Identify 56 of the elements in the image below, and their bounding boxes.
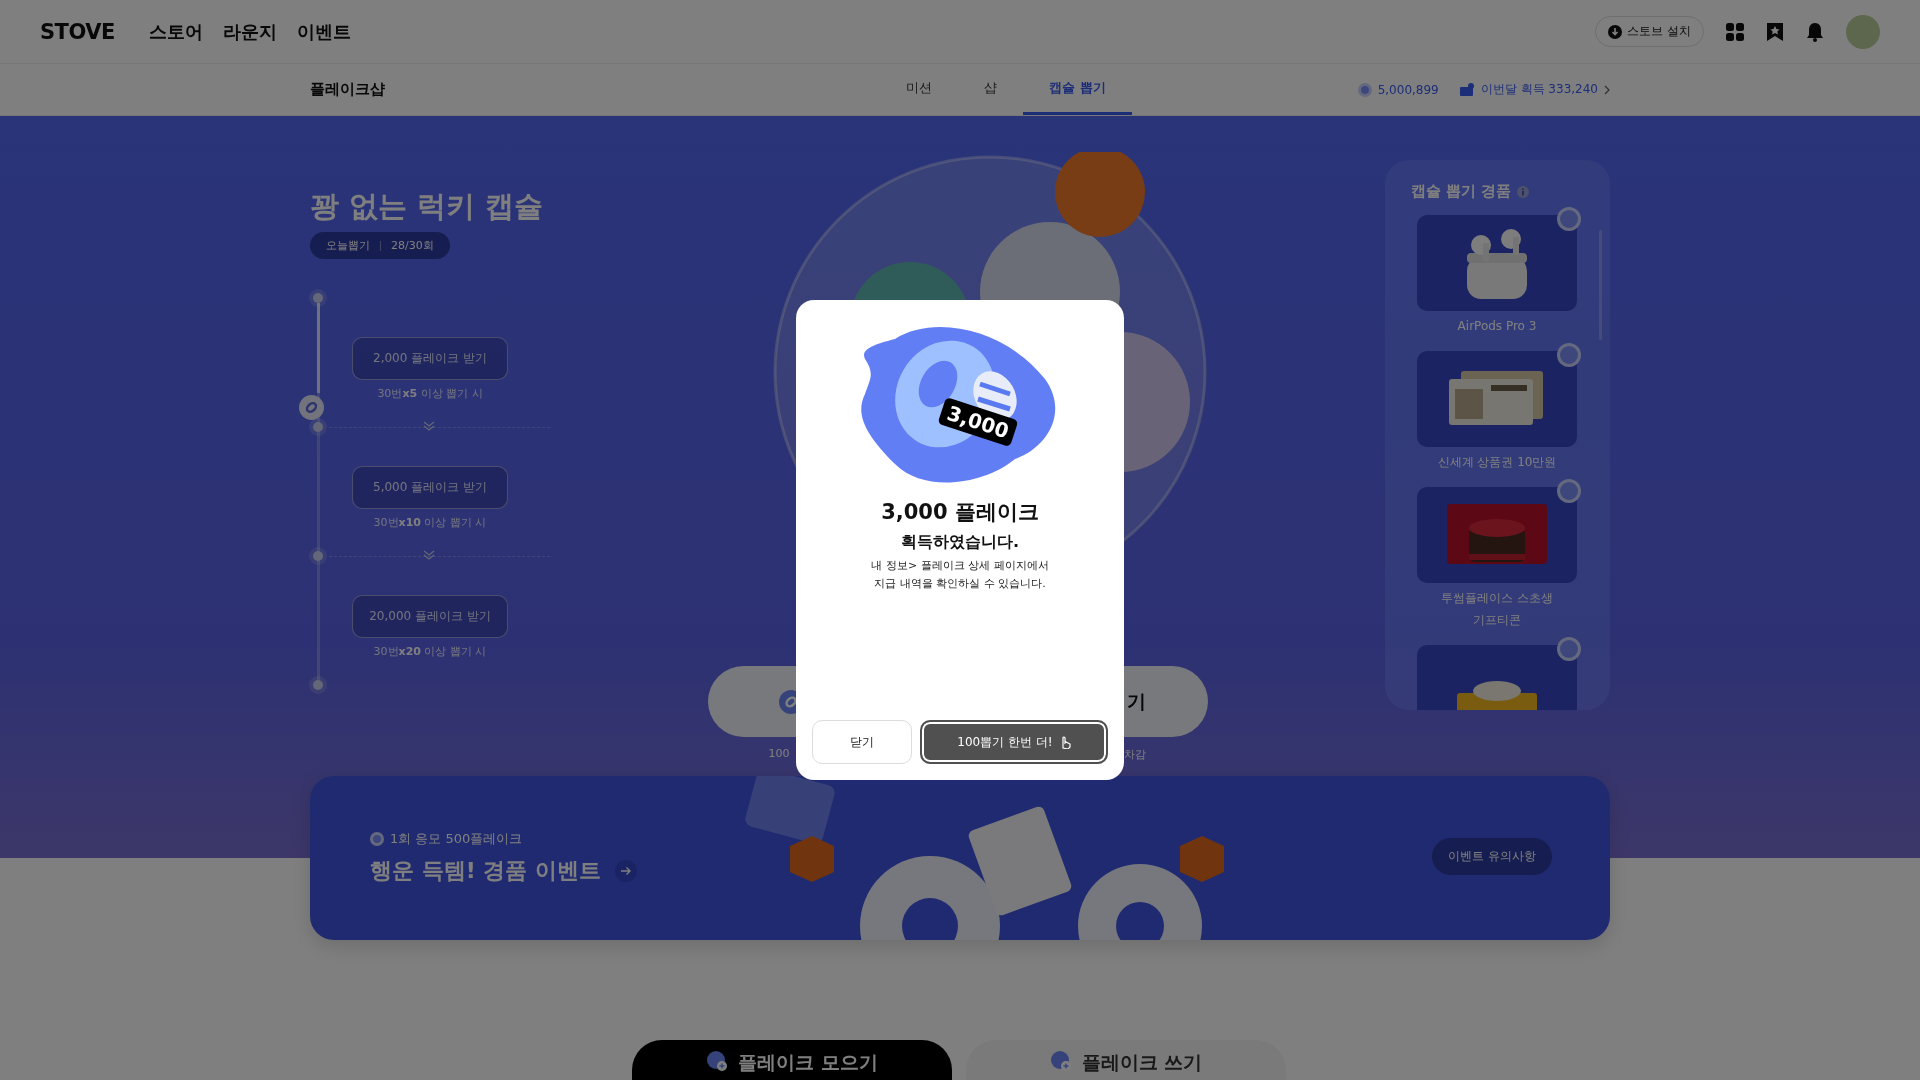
nav-link[interactable]: 라운지: [222, 19, 277, 44]
milestone-dot: [313, 293, 323, 303]
download-icon[interactable]: [1608, 24, 1623, 39]
coin-badge-icon: [1557, 637, 1581, 661]
milestone-dot: [313, 551, 323, 561]
dialog-title: 3,000 플레이크: [881, 499, 1039, 526]
prize-name: 투썸플레이스 스초생 기프티콘: [1440, 590, 1554, 629]
bell-icon[interactable]: [1806, 21, 1824, 42]
coin-badge-icon: [1557, 479, 1581, 503]
reward-condition: 30번x5 이상 뽑기 시: [376, 386, 484, 401]
amount-tag: 3,000: [937, 396, 1019, 448]
nav-link[interactable]: 스토어: [148, 19, 203, 44]
event-notice-button[interactable]: 이벤트 유의사항: [1432, 838, 1552, 875]
draw-again-button[interactable]: 100뽑기 한번 더!: [920, 720, 1108, 764]
draw-cost: 100: [768, 747, 790, 760]
flake-balance: 5,000,899: [1377, 82, 1439, 97]
event-title: 꽝 없는 럭키 캡슐: [310, 188, 544, 225]
bookmark-star-icon[interactable]: [1766, 21, 1784, 42]
dialog-description: 내 정보> 플레이크 상세 페이지에서 지급 내역을 확인하실 수 있습니다.: [871, 558, 1049, 592]
counter-value: 28/30회: [391, 238, 434, 253]
nav-link[interactable]: 이벤트: [296, 19, 351, 44]
coin-icon: [370, 832, 384, 846]
monthly-earned-link[interactable]: 이번달 획득 333,240: [1480, 81, 1598, 98]
tab[interactable]: 샵: [958, 64, 1023, 115]
coin-badge-icon: [1557, 207, 1581, 231]
install-button[interactable]: 스토브 설치: [1595, 16, 1704, 47]
tab[interactable]: 플레이크 모으기: [632, 1040, 952, 1080]
coin-icon: [1357, 82, 1372, 97]
dialog-subtitle: 획득하였습니다.: [900, 532, 1020, 553]
milestone-dot: [313, 422, 323, 432]
coin-badge-icon: [1557, 343, 1581, 367]
double-chevron-down-icon: [423, 421, 435, 431]
ring-marker-icon: [299, 395, 324, 421]
prize-name: 신세계 상품권 10만원: [1436, 454, 1558, 471]
reward-condition: 30번x20 이상 뽑기 시: [372, 644, 488, 659]
apps-grid-icon[interactable]: [1726, 22, 1744, 41]
entry-cost: 1회 응모 500플레이크: [390, 830, 523, 848]
draw-cost: 차감: [1123, 747, 1146, 762]
info-icon: [1517, 185, 1530, 198]
double-chevron-down-icon: [423, 550, 435, 560]
tab[interactable]: 플레이크 쓰기: [966, 1040, 1286, 1080]
page-title: 플레이크샵: [310, 80, 386, 99]
milestone-dot: [313, 680, 323, 690]
chevron-right-icon: [1604, 84, 1610, 95]
stove-logo[interactable]: STOVE: [40, 19, 115, 44]
counter-label: 오늘뽑기: [326, 238, 370, 253]
prize-name: AirPods Pro 3: [1456, 318, 1538, 335]
close-button[interactable]: 닫기: [812, 720, 912, 764]
panel-title: 캡슐 뽑기 경품: [1411, 182, 1512, 201]
banner-title: 행운 득템! 경품 이벤트: [370, 857, 601, 885]
flake-plus-icon: [706, 1050, 729, 1072]
arrow-right-icon[interactable]: [615, 860, 637, 882]
ticket-icon: [1458, 82, 1475, 97]
tab[interactable]: 미션: [880, 64, 958, 115]
flake-plus-icon: [1049, 1050, 1072, 1072]
reward-condition: 30번x10 이상 뽑기 시: [372, 515, 488, 530]
